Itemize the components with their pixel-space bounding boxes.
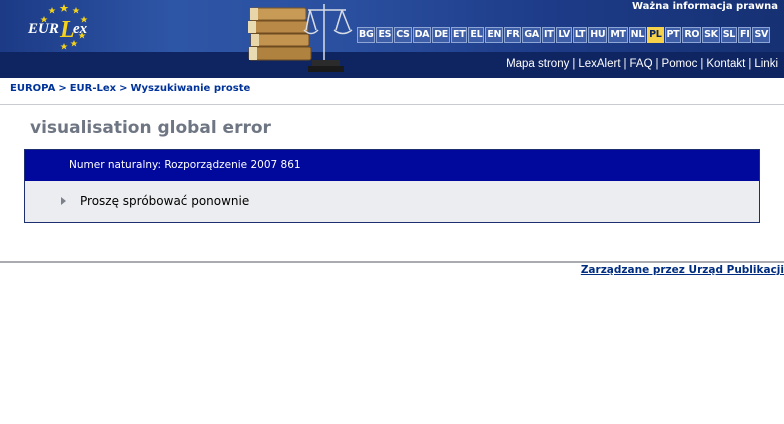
svg-text:ex: ex [73, 21, 88, 37]
language-ga-button[interactable]: GA [522, 27, 541, 43]
footer-divider [0, 261, 784, 263]
language-et-button[interactable]: ET [451, 27, 468, 43]
language-en-button[interactable]: EN [485, 27, 504, 43]
language-sk-button[interactable]: SK [702, 27, 720, 43]
panel-header: Numer naturalny: Rozporządzenie 2007 861 [25, 150, 759, 181]
nav-separator: | [748, 58, 752, 70]
breadcrumb-divider [0, 104, 784, 105]
language-de-button[interactable]: DE [432, 27, 450, 43]
language-cs-button[interactable]: CS [394, 27, 412, 43]
language-mt-button[interactable]: MT [608, 27, 628, 43]
site-banner: EUR L ex Ważna informacja prawna BG ES C… [0, 0, 784, 78]
page-title: visualisation global error [30, 118, 271, 138]
nav-separator: | [623, 58, 627, 70]
language-sv-button[interactable]: SV [752, 27, 771, 43]
nav-link-pomoc[interactable]: Pomoc [662, 58, 698, 70]
language-bg-button[interactable]: BG [357, 27, 376, 43]
language-hu-button[interactable]: HU [588, 27, 608, 43]
eur-lex-logo[interactable]: EUR L ex [18, 2, 110, 50]
panel-body: Proszę spróbować ponownie [25, 181, 759, 222]
nav-separator: | [655, 58, 659, 70]
nav-link-mapa-strony[interactable]: Mapa strony [506, 58, 569, 70]
breadcrumb: EUROPA > EUR-Lex > Wyszukiwanie proste [10, 83, 250, 94]
language-ro-button[interactable]: RO [682, 27, 702, 43]
svg-text:EUR: EUR [27, 21, 59, 37]
result-panel: Numer naturalny: Rozporządzenie 2007 861… [24, 149, 760, 223]
nav-link-linki[interactable]: Linki [754, 58, 778, 70]
language-fi-button[interactable]: FI [738, 27, 752, 43]
language-fr-button[interactable]: FR [504, 27, 522, 43]
breadcrumb-separator: > [119, 83, 128, 94]
books-and-scales-image [247, 4, 353, 72]
breadcrumb-item[interactable]: Wyszukiwanie proste [131, 83, 251, 94]
language-el-button[interactable]: EL [468, 27, 485, 43]
language-lt-button[interactable]: LT [572, 27, 588, 43]
nav-link-faq[interactable]: FAQ [630, 58, 653, 70]
nav-separator: | [700, 58, 704, 70]
breadcrumb-separator: > [58, 83, 67, 94]
language-pl-button[interactable]: PL [647, 27, 664, 43]
language-da-button[interactable]: DA [412, 27, 432, 43]
legal-notice-link[interactable]: Ważna informacja prawna [632, 1, 778, 12]
publications-office-link[interactable]: Zarządzane przez Urząd Publikacji [581, 264, 784, 276]
language-bar: BG ES CS DA DE ET EL EN FR GA IT LV LT HU MT NL PL PT RO SK… [357, 27, 771, 43]
language-nl-button[interactable]: NL [628, 27, 647, 43]
nav-separator: | [572, 58, 576, 70]
language-it-button[interactable]: IT [541, 27, 556, 43]
language-pt-button[interactable]: PT [664, 27, 682, 43]
triangle-right-icon [61, 197, 66, 205]
breadcrumb-item[interactable]: EUROPA [10, 83, 55, 94]
top-navigation: Mapa strony | LexAlert | FAQ | Pomoc | Kontakt | L… [506, 58, 778, 70]
nav-link-lexalert[interactable]: LexAlert [578, 58, 620, 70]
language-es-button[interactable]: ES [376, 27, 394, 43]
nav-link-kontakt[interactable]: Kontakt [706, 58, 745, 70]
language-sl-button[interactable]: SL [720, 27, 738, 43]
breadcrumb-item[interactable]: EUR-Lex [70, 83, 116, 94]
retry-link[interactable]: Proszę spróbować ponownie [80, 194, 249, 208]
language-lv-button[interactable]: LV [556, 27, 572, 43]
